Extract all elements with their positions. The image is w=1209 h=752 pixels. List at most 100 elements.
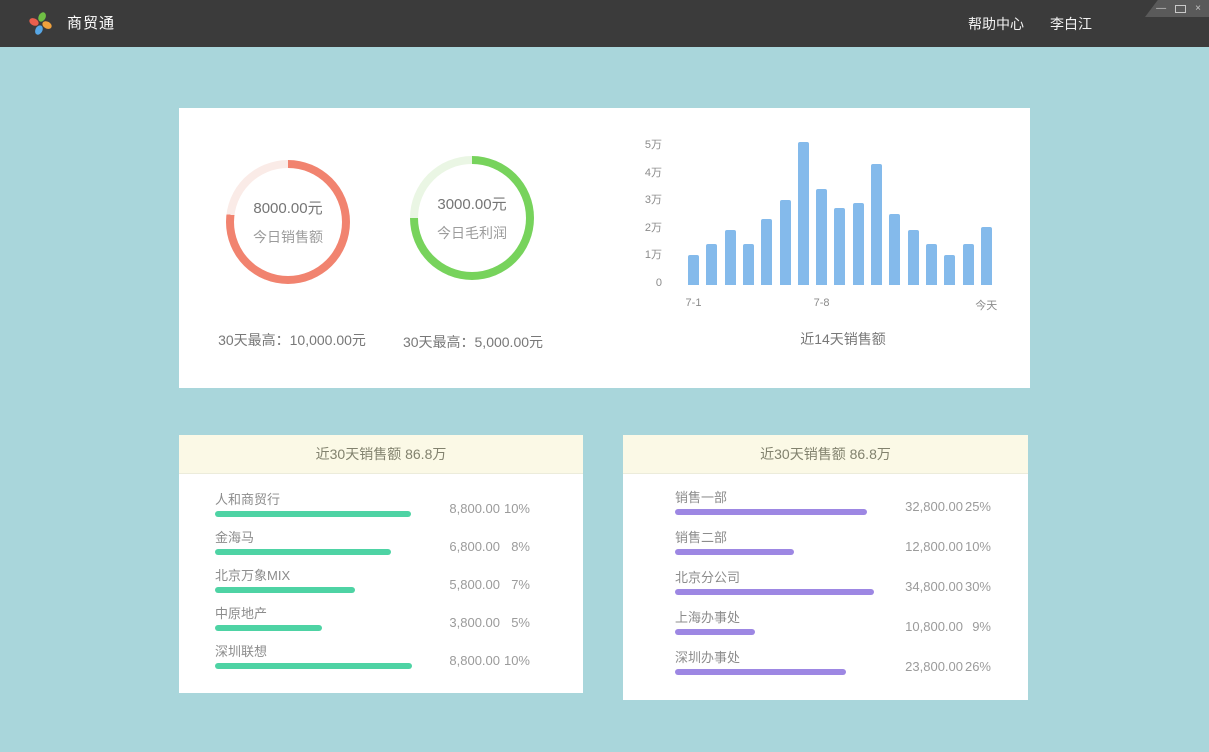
today-profit-donut-chart: 3000.00元 今日毛利润 bbox=[410, 156, 534, 280]
rank-row: 销售二部12,800.0010% bbox=[675, 530, 1028, 555]
customer-rank-title: 近30天销售额 86.8万 bbox=[316, 444, 447, 464]
app-title: 商贸通 bbox=[67, 0, 115, 47]
department-rank-title: 近30天销售额 86.8万 bbox=[760, 444, 891, 464]
rank-item-bar bbox=[675, 629, 755, 635]
department-rank-list: 销售一部32,800.0025%销售二部12,800.0010%北京分公司34,… bbox=[623, 474, 1028, 675]
y-tick-label: 3万 bbox=[619, 192, 662, 208]
logo-petal bbox=[41, 20, 53, 31]
profit-30day-max: 30天最高：5,000.00元 bbox=[353, 332, 593, 352]
bar bbox=[688, 255, 699, 285]
bar bbox=[963, 244, 974, 285]
bar bbox=[926, 244, 937, 285]
bar bbox=[944, 255, 955, 285]
bar bbox=[834, 208, 845, 285]
logo-petal bbox=[37, 11, 48, 23]
rank-item-amount: 10,800.00 bbox=[873, 619, 963, 635]
rank-row: 中原地产3,800.005% bbox=[215, 606, 583, 631]
today-profit-label: 今日毛利润 bbox=[437, 223, 507, 243]
rank-item-values: 12,800.0010% bbox=[873, 539, 991, 555]
rank-item-values: 34,800.0030% bbox=[873, 579, 991, 595]
rank-row: 上海办事处10,800.009% bbox=[675, 610, 1028, 635]
customer-rank-header: 近30天销售额 86.8万 bbox=[179, 435, 583, 474]
bar bbox=[853, 203, 864, 286]
rank-item-percent: 10% bbox=[500, 501, 530, 517]
bar bbox=[780, 200, 791, 285]
rank-item-amount: 34,800.00 bbox=[873, 579, 963, 595]
customer-rank-list: 人和商贸行8,800.0010% 金海马6,800.008% 北京万象MIX5,80… bbox=[179, 474, 583, 669]
rank-item-values: 10,800.009% bbox=[873, 619, 991, 635]
x-axis-labels: 7-17-8今天 bbox=[688, 297, 998, 313]
title-bar: 商贸通 帮助中心 李白江 —× bbox=[0, 0, 1209, 47]
rank-item-values: 32,800.0025% bbox=[873, 499, 991, 515]
rank-item-percent: 25% bbox=[963, 499, 991, 515]
rank-item-percent: 9% bbox=[963, 619, 991, 635]
window-controls: —× bbox=[1145, 0, 1209, 17]
rank-item-percent: 7% bbox=[500, 577, 530, 593]
rank-item-bar bbox=[215, 587, 355, 593]
rank-row: 深圳办事处23,800.0026% bbox=[675, 650, 1028, 675]
maximize-icon[interactable] bbox=[1175, 5, 1186, 13]
rank-item-percent: 5% bbox=[500, 615, 530, 631]
rank-item-bar bbox=[675, 509, 867, 515]
donut-center: 8000.00元 今日销售额 bbox=[234, 168, 342, 276]
rank-item-amount: 32,800.00 bbox=[873, 499, 963, 515]
rank-item-bar bbox=[675, 549, 794, 555]
rank-item-percent: 26% bbox=[963, 659, 991, 675]
rank-row: 深圳联想8,800.0010% bbox=[215, 644, 583, 669]
bar bbox=[908, 230, 919, 285]
rank-row: 北京万象MIX5,800.007% bbox=[215, 568, 583, 593]
rank-item-bar bbox=[215, 511, 411, 517]
bar bbox=[706, 244, 717, 285]
app-logo-pinwheel-icon bbox=[27, 10, 54, 37]
rank-item-percent: 10% bbox=[500, 653, 530, 669]
rank-item-bar bbox=[215, 625, 322, 631]
today-profit-value: 3000.00元 bbox=[437, 193, 506, 214]
y-tick-label: 0 bbox=[619, 275, 662, 291]
y-axis-ticks: 5万4万3万2万1万0 bbox=[619, 108, 662, 308]
current-user-menu[interactable]: 李白江 bbox=[1050, 14, 1092, 34]
y-tick-label: 2万 bbox=[619, 220, 662, 236]
x-tick-label: 7-8 bbox=[782, 297, 862, 309]
app-window: 商贸通 帮助中心 李白江 —× 8000.00元 今日销售额 30天最高：10,… bbox=[0, 0, 1209, 752]
customer-rank-card: 近30天销售额 86.8万 人和商贸行8,800.0010% 金海马6,800.0… bbox=[179, 435, 583, 693]
rank-item-values: 6,800.008% bbox=[410, 539, 530, 555]
department-rank-card: 近30天销售额 86.8万 销售一部32,800.0025%销售二部12,800… bbox=[623, 435, 1028, 700]
rank-item-amount: 8,800.00 bbox=[410, 501, 500, 517]
rank-item-amount: 12,800.00 bbox=[873, 539, 963, 555]
bar bbox=[743, 244, 754, 285]
rank-item-bar bbox=[675, 669, 846, 675]
minimize-icon[interactable]: — bbox=[1156, 4, 1166, 14]
bar bbox=[798, 142, 809, 285]
rank-item-bar bbox=[215, 549, 391, 555]
help-center-link[interactable]: 帮助中心 bbox=[968, 14, 1024, 34]
rank-row: 人和商贸行8,800.0010% bbox=[215, 492, 583, 517]
rank-item-amount: 6,800.00 bbox=[410, 539, 500, 555]
department-rank-header: 近30天销售额 86.8万 bbox=[623, 435, 1028, 474]
rank-item-amount: 23,800.00 bbox=[873, 659, 963, 675]
y-tick-label: 5万 bbox=[619, 137, 662, 153]
logo-petal bbox=[28, 17, 40, 28]
titlebar-menu: 帮助中心 李白江 bbox=[968, 0, 1092, 47]
donut-center: 3000.00元 今日毛利润 bbox=[418, 164, 526, 272]
bar bbox=[871, 164, 882, 285]
rank-item-values: 8,800.0010% bbox=[410, 653, 530, 669]
rank-item-values: 8,800.0010% bbox=[410, 501, 530, 517]
close-icon[interactable]: × bbox=[1195, 4, 1201, 14]
rank-item-percent: 8% bbox=[500, 539, 530, 555]
rank-row: 金海马6,800.008% bbox=[215, 530, 583, 555]
today-overview-card: 8000.00元 今日销售额 30天最高：10,000.00元 3000.00元… bbox=[179, 108, 1030, 388]
bar bbox=[816, 189, 827, 285]
bar bbox=[981, 227, 992, 285]
rank-item-percent: 30% bbox=[963, 579, 991, 595]
x-tick-label: 今天 bbox=[946, 297, 1026, 313]
rank-item-values: 23,800.0026% bbox=[873, 659, 991, 675]
today-sales-label: 今日销售额 bbox=[253, 227, 323, 247]
today-sales-donut-chart: 8000.00元 今日销售额 bbox=[226, 160, 350, 284]
rank-row: 北京分公司34,800.0030% bbox=[675, 570, 1028, 595]
rank-item-bar bbox=[675, 589, 874, 595]
rank-item-values: 5,800.007% bbox=[410, 577, 530, 593]
today-sales-value: 8000.00元 bbox=[253, 197, 322, 218]
sales-14day-bar-chart bbox=[688, 142, 998, 285]
bar bbox=[761, 219, 772, 285]
bar-chart-title: 近14天销售额 bbox=[688, 329, 998, 349]
